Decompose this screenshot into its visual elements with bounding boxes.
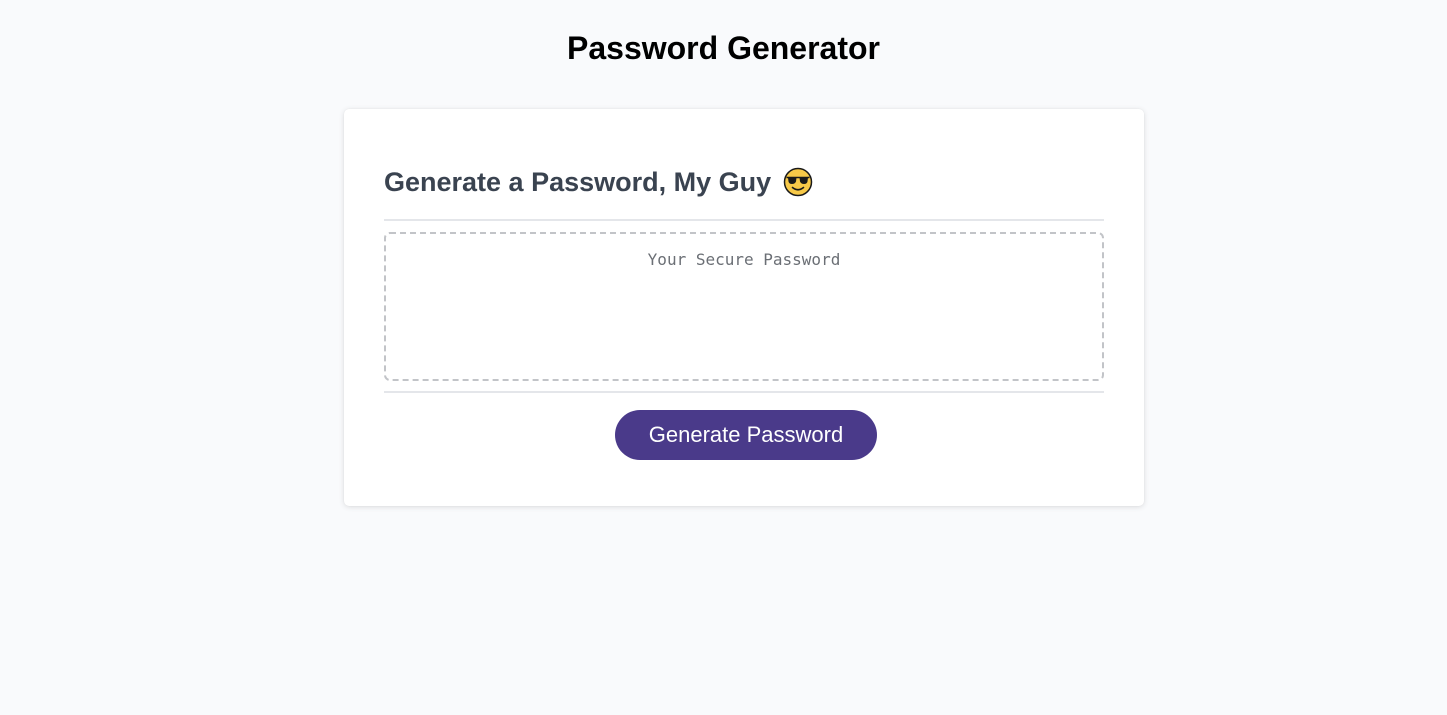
page-title: Password Generator — [567, 30, 880, 66]
card-header-title: Generate a Password, My Guy — [384, 167, 772, 197]
sunglasses-face-icon — [783, 167, 813, 197]
password-output-field[interactable] — [384, 232, 1104, 381]
card-header-divider — [384, 219, 1104, 221]
page: Password Generator Generate a Password, … — [0, 0, 1447, 715]
password-card: Generate a Password, My Guy Generate Pas… — [344, 109, 1144, 506]
card-header: Generate a Password, My Guy — [384, 164, 813, 200]
card-footer-divider — [384, 391, 1104, 393]
generate-password-button[interactable]: Generate Password — [615, 410, 877, 460]
